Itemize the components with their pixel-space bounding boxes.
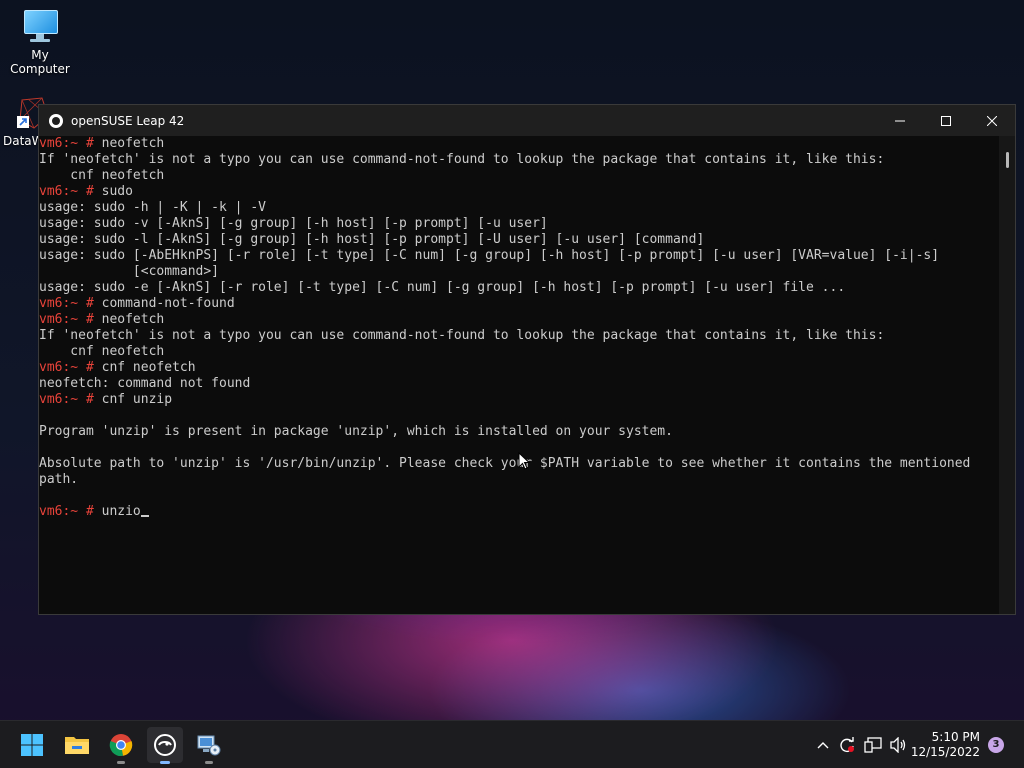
network-icon[interactable] [860, 737, 886, 753]
terminal-text: path. [39, 472, 79, 487]
terminal-line: cnf neofetch [39, 344, 999, 360]
volume-icon[interactable] [886, 737, 912, 753]
terminal-text: cnf neofetch [39, 168, 165, 183]
folder-icon [65, 737, 89, 754]
minimize-button[interactable] [877, 105, 923, 136]
terminal-line: vm6:~ # sudo [39, 184, 999, 200]
terminal-line: usage: sudo -h | -K | -k | -V [39, 200, 999, 216]
title-bar[interactable]: openSUSE Leap 42 [39, 105, 1015, 136]
desktop-icon-label: My Computer [10, 48, 70, 76]
maximize-icon [941, 115, 951, 126]
text-cursor [140, 515, 149, 517]
clock-time: 5:10 PM [931, 730, 980, 744]
terminal-text: [<command>] [39, 264, 220, 279]
terminal-text: If 'neofetch' is not a typo you can use … [39, 328, 885, 343]
terminal-text: usage: sudo [-AbEHknPS] [-r role] [-t ty… [39, 248, 940, 263]
system-tray [812, 721, 912, 768]
scrollbar-thumb[interactable] [1006, 152, 1009, 168]
terminal-text: cnf unzip [93, 392, 173, 407]
terminal-line: If 'neofetch' is not a typo you can use … [39, 328, 999, 344]
terminal-text: neofetch: command not found [39, 376, 251, 391]
terminal-current-input[interactable]: unzio [94, 504, 141, 519]
terminal-line: usage: sudo -l [-AknS] [-g group] [-h ho… [39, 232, 999, 248]
chrome-icon [109, 734, 133, 757]
terminal-line: neofetch: command not found [39, 376, 999, 392]
terminal-text: Absolute path to 'unzip' is '/usr/bin/un… [39, 456, 971, 471]
terminal-text: usage: sudo -v [-AknS] [-g group] [-h ho… [39, 216, 548, 231]
terminal-window[interactable]: openSUSE Leap 42 vm6:~ # neofetch If 'neo… [38, 104, 1016, 615]
terminal-line: vm6:~ # neofetch [39, 136, 999, 152]
terminal-line: If 'neofetch' is not a typo you can use … [39, 152, 999, 168]
close-button[interactable] [969, 105, 1015, 136]
windows-start-icon [21, 734, 43, 756]
notification-badge[interactable]: 3 [988, 737, 1004, 753]
shell-prompt: vm6:~ # [39, 504, 94, 519]
clock[interactable]: 5:10 PM 12/15/2022 [911, 730, 980, 760]
terminal-line: Program 'unzip' is present in package 'u… [39, 424, 999, 440]
close-icon [987, 115, 997, 126]
terminal-line: [<command>] [39, 264, 999, 280]
terminal-text: If 'neofetch' is not a typo you can use … [39, 152, 885, 167]
terminal-line: vm6:~ # command-not-found [39, 296, 999, 312]
shell-prompt: vm6:~ # [39, 312, 94, 327]
terminal-line: vm6:~ # neofetch [39, 312, 999, 328]
opensuse-icon [49, 113, 63, 128]
terminal-line: usage: sudo [-AbEHknPS] [-r role] [-t ty… [39, 248, 999, 264]
chevron-up-icon[interactable] [812, 741, 834, 749]
terminal-input-line[interactable]: vm6:~ # unzio [39, 504, 999, 520]
taskbar-file-explorer[interactable] [59, 727, 95, 763]
desktop-icon-dataw[interactable]: DataW [0, 96, 49, 148]
sync-icon[interactable] [834, 736, 860, 754]
terminal-line: vm6:~ # cnf unzip [39, 392, 999, 408]
terminal-text: command-not-found [93, 296, 235, 311]
terminal-text: cnf neofetch [39, 344, 165, 359]
terminal-text: usage: sudo -l [-AknS] [-g group] [-h ho… [39, 232, 705, 247]
taskbar-network-app[interactable] [191, 727, 227, 764]
terminal-line: cnf neofetch [39, 168, 999, 184]
maximize-button[interactable] [923, 105, 969, 136]
start-button[interactable] [14, 727, 50, 763]
monitor-icon [22, 8, 58, 44]
terminal-line: path. [39, 472, 999, 488]
shell-prompt: vm6:~ # [39, 392, 94, 407]
terminal-text: neofetch [93, 312, 165, 327]
vertical-scrollbar[interactable] [999, 136, 1015, 614]
taskbar-opensuse-terminal[interactable] [147, 727, 183, 764]
window-title: openSUSE Leap 42 [71, 113, 185, 128]
minimize-icon [895, 120, 905, 121]
terminal-output[interactable]: vm6:~ # neofetch If 'neofetch' is not a t… [39, 136, 999, 614]
terminal-text: cnf neofetch [93, 360, 196, 375]
terminal-text: sudo [93, 184, 133, 199]
terminal-text: usage: sudo -h | -K | -k | -V [39, 200, 266, 215]
shell-prompt: vm6:~ # [39, 360, 94, 375]
terminal-line: usage: sudo -e [-AknS] [-r role] [-t typ… [39, 280, 999, 296]
shell-prompt: vm6:~ # [39, 296, 94, 311]
opensuse-icon [154, 734, 176, 756]
terminal-line: usage: sudo -v [-AknS] [-g group] [-h ho… [39, 216, 999, 232]
terminal-text: neofetch [93, 136, 165, 151]
taskbar-chrome[interactable] [103, 727, 139, 764]
shell-prompt: vm6:~ # [39, 184, 94, 199]
terminal-line: vm6:~ # cnf neofetch [39, 360, 999, 376]
terminal-text: usage: sudo -e [-AknS] [-r role] [-t typ… [39, 280, 846, 295]
desktop-icon-my-computer[interactable]: My Computer [0, 8, 80, 76]
terminal-text: Program 'unzip' is present in package 'u… [39, 424, 673, 439]
network-computer-icon [197, 735, 221, 756]
taskbar: 5:10 PM 12/15/2022 3 [0, 720, 1024, 768]
desktop-icon-label: DataW [3, 134, 44, 148]
clock-date: 12/15/2022 [910, 745, 980, 759]
shell-prompt: vm6:~ # [39, 136, 94, 151]
